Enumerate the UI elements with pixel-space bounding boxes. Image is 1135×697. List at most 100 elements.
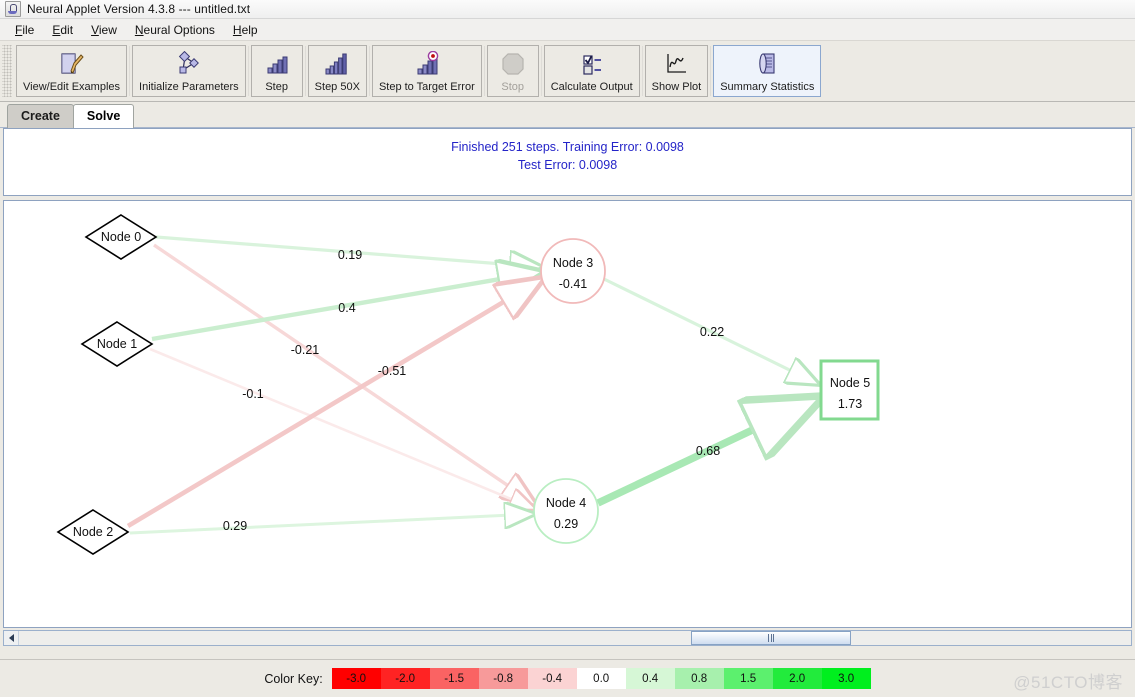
node-value: 0.29 bbox=[554, 517, 578, 531]
network-node-node0[interactable]: Node 0 bbox=[84, 214, 158, 260]
menu-view[interactable]: View bbox=[82, 21, 126, 39]
toolbar-separator bbox=[540, 46, 542, 96]
toolbar-separator bbox=[710, 46, 712, 96]
toolbar-button-label: Stop bbox=[501, 81, 525, 93]
edge-label-node0-node3: 0.19 bbox=[338, 248, 362, 262]
menu-bar: File Edit View Neural Options Help bbox=[0, 19, 1135, 41]
menu-help-rest: elp bbox=[241, 22, 258, 37]
network-canvas-panel[interactable]: 0.19 -0.21 0.4 -0.1 -0.51 0.29 0.22 0.68… bbox=[3, 200, 1132, 628]
menu-view-rest: iew bbox=[98, 22, 117, 37]
scrollbar-track[interactable] bbox=[19, 631, 1131, 645]
menu-file[interactable]: File bbox=[6, 21, 43, 39]
tab-strip: Create Solve bbox=[0, 103, 1135, 128]
bar-chart-large-icon bbox=[322, 49, 352, 79]
tab-create[interactable]: Create bbox=[7, 104, 74, 128]
menu-neural-options[interactable]: Neural Options bbox=[126, 21, 224, 39]
window-title: Neural Applet Version 4.3.8 --- untitled… bbox=[27, 2, 251, 16]
vertical-grip-icon bbox=[773, 634, 774, 642]
toolbar-button-step[interactable]: Step bbox=[250, 45, 303, 97]
node-value: 1.73 bbox=[838, 397, 862, 411]
network-node-node3[interactable]: Node 3 -0.41 bbox=[540, 238, 606, 304]
menu-edit[interactable]: Edit bbox=[43, 21, 82, 39]
color-key-swatch: 1.5 bbox=[723, 668, 773, 689]
menu-edit-rest: dit bbox=[60, 22, 74, 37]
vertical-grip-icon bbox=[770, 634, 772, 642]
color-key-bar: Color Key: -3.0 -2.0 -1.5 -0.8 -0.4 0.0 0.4 0.8… bbox=[0, 659, 1135, 697]
checklist-icon bbox=[577, 49, 607, 79]
toolbar-separator bbox=[483, 46, 485, 96]
edge-node2-node4 bbox=[129, 514, 534, 535]
color-key-swatch: 0.4 bbox=[625, 668, 675, 689]
network-node-node2[interactable]: Node 2 bbox=[56, 509, 130, 555]
status-test-line: Test Error: 0.0098 bbox=[517, 158, 618, 172]
toolbar-button-label: Step bbox=[265, 81, 288, 93]
node-label: Node 2 bbox=[73, 525, 113, 539]
color-key-swatches: -3.0 -2.0 -1.5 -0.8 -0.4 0.0 0.4 0.8 1.5 2.0 3.0 bbox=[331, 668, 871, 689]
color-key-swatch: 0.8 bbox=[674, 668, 724, 689]
toolbar-button-label: Calculate Output bbox=[550, 81, 633, 93]
scrollbar-thumb[interactable] bbox=[691, 631, 851, 645]
tab-solve[interactable]: Solve bbox=[72, 104, 135, 128]
toolbar-button-label: Initialize Parameters bbox=[139, 81, 239, 93]
toolbar-separator bbox=[641, 46, 643, 96]
toolbar-button-step-50x[interactable]: Step 50X bbox=[307, 45, 367, 97]
toolbar-button-initialize-parameters[interactable]: Initialize Parameters bbox=[132, 45, 246, 97]
color-key-swatch: 3.0 bbox=[821, 668, 871, 689]
edge-label-node3-node5: 0.22 bbox=[700, 325, 724, 339]
edge-label-node1-node3: 0.4 bbox=[338, 301, 355, 315]
edge-labels-group: 0.19 -0.21 0.4 -0.1 -0.51 0.29 0.22 0.68 bbox=[223, 248, 724, 533]
edge-label-node4-node5: 0.68 bbox=[696, 444, 720, 458]
color-key-swatch: 2.0 bbox=[772, 668, 822, 689]
node-value: -0.41 bbox=[559, 277, 588, 291]
toolbar-separator bbox=[129, 46, 131, 96]
toolbar-separator bbox=[304, 46, 306, 96]
color-key-label: Color Key: bbox=[264, 671, 323, 686]
toolbar-separator bbox=[247, 46, 249, 96]
color-key-swatch: 0.0 bbox=[576, 668, 626, 689]
edge-label-node1-node4: -0.1 bbox=[242, 387, 264, 401]
scroll-report-icon bbox=[753, 49, 781, 79]
status-panel: Finished 251 steps. Training Error: 0.00… bbox=[3, 128, 1132, 196]
color-key-swatch: -1.5 bbox=[429, 668, 479, 689]
bar-chart-small-icon bbox=[262, 49, 292, 79]
edges-group bbox=[126, 235, 818, 535]
toolbar-button-view-edit-examples[interactable]: View/Edit Examples bbox=[16, 45, 128, 97]
status-training-line: Finished 251 steps. Training Error: 0.00… bbox=[451, 140, 684, 154]
network-node-node4[interactable]: Node 4 0.29 bbox=[533, 478, 599, 544]
edge-label-node0-node4: -0.21 bbox=[291, 343, 320, 357]
edge-node2-node3 bbox=[126, 279, 542, 528]
menu-neural-options-rest: eural Options bbox=[143, 22, 215, 37]
node-label: Node 3 bbox=[553, 256, 593, 270]
toolbar-button-summary-statistics[interactable]: Summary Statistics bbox=[713, 45, 822, 97]
document-pencil-icon bbox=[58, 49, 86, 79]
toolbar-button-label: Show Plot bbox=[651, 81, 702, 93]
node-label: Node 5 bbox=[830, 376, 870, 390]
menu-file-rest: ile bbox=[22, 22, 35, 37]
network-nodes-icon bbox=[174, 49, 204, 79]
application-window: Neural Applet Version 4.3.8 --- untitled… bbox=[0, 0, 1135, 697]
menu-help[interactable]: Help bbox=[224, 21, 267, 39]
vertical-grip-icon bbox=[768, 634, 769, 642]
toolbar-button-show-plot[interactable]: Show Plot bbox=[644, 45, 709, 97]
toolbar-button-label: Step 50X bbox=[314, 81, 360, 93]
toolbar-button-step-to-target-error[interactable]: Step to Target Error bbox=[371, 45, 482, 97]
octagon-stop-icon bbox=[500, 49, 526, 79]
nodes-group: Node 0 Node 1 Node 2 Node 3 -0.41 Node 4… bbox=[56, 214, 880, 555]
bar-chart-target-icon bbox=[412, 49, 442, 79]
title-bar: Neural Applet Version 4.3.8 --- untitled… bbox=[0, 0, 1135, 19]
network-node-node1[interactable]: Node 1 bbox=[80, 321, 154, 367]
network-node-node5[interactable]: Node 5 1.73 bbox=[819, 359, 880, 421]
toolbar-button-stop[interactable]: Stop bbox=[486, 45, 539, 97]
line-plot-icon bbox=[661, 49, 691, 79]
toolbar-button-calculate-output[interactable]: Calculate Output bbox=[543, 45, 640, 97]
watermark: @51CTO博客 bbox=[1013, 673, 1123, 692]
color-key-swatch: -0.4 bbox=[527, 668, 577, 689]
toolbar-button-label: Summary Statistics bbox=[720, 81, 815, 93]
java-coffee-cup-icon bbox=[5, 1, 21, 17]
color-key-swatch: -3.0 bbox=[331, 668, 381, 689]
neural-network-diagram: 0.19 -0.21 0.4 -0.1 -0.51 0.29 0.22 0.68… bbox=[56, 214, 880, 555]
scrollbar-left-arrow-icon[interactable] bbox=[4, 631, 19, 645]
toolbar-drag-grip[interactable] bbox=[2, 45, 12, 97]
edge-label-node2-node3: -0.51 bbox=[378, 364, 407, 378]
horizontal-scrollbar[interactable] bbox=[3, 630, 1132, 646]
